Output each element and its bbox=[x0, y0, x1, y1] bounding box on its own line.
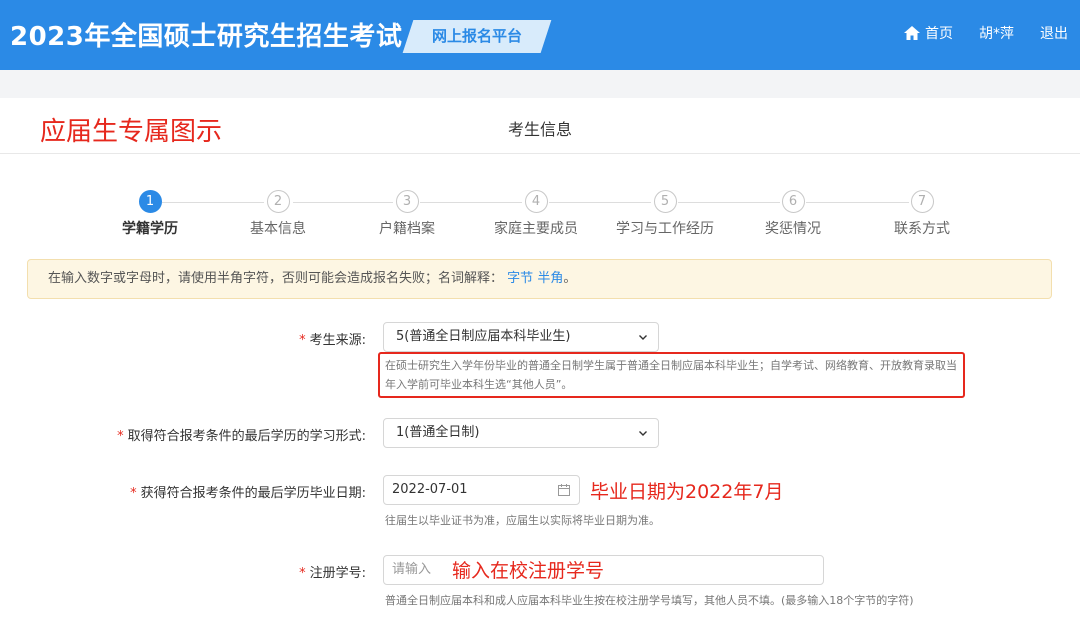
step-label: 联系方式 bbox=[894, 221, 950, 237]
home-icon bbox=[904, 26, 920, 40]
required-mark: * bbox=[299, 333, 306, 348]
nav-logout-link[interactable]: 退出 bbox=[1040, 23, 1068, 43]
nav-user-label: 胡*萍 bbox=[979, 26, 1014, 42]
step-7[interactable]: 7 联系方式 bbox=[862, 190, 982, 238]
grad-date-label-text: 获得符合报考条件的最后学历毕业日期: bbox=[140, 486, 366, 501]
step-label: 户籍档案 bbox=[379, 221, 435, 237]
nav-logout-label: 退出 bbox=[1040, 26, 1068, 42]
grad-date-annotation: 毕业日期为2022年7月 bbox=[590, 481, 784, 503]
step-number: 2 bbox=[266, 190, 290, 213]
grad-date-input[interactable]: 2022-07-01 bbox=[383, 475, 580, 505]
source-hint: 在硕士研究生入学年份毕业的普通全日制学生属于普通全日制应届本科毕业生；自学考试、… bbox=[385, 359, 957, 391]
source-select-value: 5(普通全日制应届本科毕业生) bbox=[396, 329, 571, 344]
step-5[interactable]: 5 学习与工作经历 bbox=[605, 190, 725, 238]
step-label: 家庭主要成员 bbox=[494, 221, 578, 237]
chevron-down-icon bbox=[639, 431, 647, 436]
step-label: 学习与工作经历 bbox=[616, 221, 714, 237]
grad-date-hint: 往届生以毕业证书为准，应届生以实际将毕业日期为准。 bbox=[385, 514, 660, 527]
source-label: * 考生来源: bbox=[0, 329, 366, 348]
reg-no-annotation: 输入在校注册学号 bbox=[452, 560, 605, 582]
step-label: 奖惩情况 bbox=[765, 221, 821, 237]
step-number: 4 bbox=[524, 190, 548, 213]
notice-link-halfwidth[interactable]: 半角 bbox=[537, 271, 563, 286]
step-progress: 1 学籍学历 2 基本信息 3 户籍档案 4 家庭主要成员 5 学习与工作经历 … bbox=[0, 190, 1080, 240]
notice-banner: 在输入数字或字母时，请使用半角字符，否则可能会造成报名失败；名词解释： 字节 半… bbox=[27, 259, 1052, 299]
study-form-select[interactable]: 1(普通全日制) bbox=[383, 418, 659, 448]
source-label-text: 考生来源: bbox=[309, 333, 366, 348]
nav-user-link[interactable]: 胡*萍 bbox=[979, 23, 1014, 43]
step-4[interactable]: 4 家庭主要成员 bbox=[476, 190, 596, 238]
step-number: 7 bbox=[910, 190, 934, 213]
reg-no-label: * 注册学号: bbox=[0, 562, 366, 581]
platform-tag-label: 网上报名平台 bbox=[431, 27, 522, 45]
nav-home-label: 首页 bbox=[925, 26, 953, 42]
top-nav: 首页 胡*萍 退出 bbox=[878, 23, 1068, 43]
top-bar: 2023年全国硕士研究生招生考试 网上报名平台 首页 胡*萍 退出 bbox=[0, 0, 1080, 70]
gray-strip bbox=[0, 70, 1080, 98]
chevron-down-icon bbox=[639, 335, 647, 340]
required-mark: * bbox=[299, 566, 306, 581]
notice-text: 在输入数字或字母时，请使用半角字符，否则可能会造成报名失败；名词解释： bbox=[48, 271, 504, 286]
grad-date-value: 2022-07-01 bbox=[392, 482, 468, 497]
step-number: 5 bbox=[653, 190, 677, 213]
study-form-select-value: 1(普通全日制) bbox=[396, 425, 480, 440]
calendar-icon[interactable] bbox=[558, 484, 570, 496]
notice-end: 。 bbox=[563, 271, 577, 286]
step-1[interactable]: 1 学籍学历 bbox=[90, 190, 210, 238]
platform-tag: 网上报名平台 bbox=[402, 20, 552, 53]
site-title: 2023年全国硕士研究生招生考试 bbox=[10, 22, 403, 52]
step-label: 学籍学历 bbox=[122, 221, 178, 237]
grad-date-label: * 获得符合报考条件的最后学历毕业日期: bbox=[0, 482, 366, 501]
step-label: 基本信息 bbox=[250, 221, 306, 237]
reg-no-hint: 普通全日制应届本科和成人应届本科毕业生按在校注册学号填写，其他人员不填。(最多输… bbox=[385, 594, 914, 607]
reg-no-placeholder: 请输入 bbox=[392, 562, 432, 577]
step-number: 1 bbox=[138, 190, 162, 213]
step-number: 3 bbox=[395, 190, 419, 213]
required-mark: * bbox=[117, 429, 124, 444]
study-form-label: * 取得符合报考条件的最后学历的学习形式: bbox=[0, 425, 366, 444]
step-number: 6 bbox=[781, 190, 805, 213]
step-2[interactable]: 2 基本信息 bbox=[218, 190, 338, 238]
step-3[interactable]: 3 户籍档案 bbox=[347, 190, 467, 238]
nav-home-link[interactable]: 首页 bbox=[904, 23, 953, 43]
section-title: 考生信息 bbox=[507, 120, 572, 139]
study-form-label-text: 取得符合报考条件的最后学历的学习形式: bbox=[127, 429, 366, 444]
step-6[interactable]: 6 奖惩情况 bbox=[733, 190, 853, 238]
required-mark: * bbox=[130, 486, 137, 501]
source-select[interactable]: 5(普通全日制应届本科毕业生) bbox=[383, 322, 659, 352]
reg-no-label-text: 注册学号: bbox=[309, 566, 366, 581]
notice-link-bytes[interactable]: 字节 bbox=[507, 271, 533, 286]
